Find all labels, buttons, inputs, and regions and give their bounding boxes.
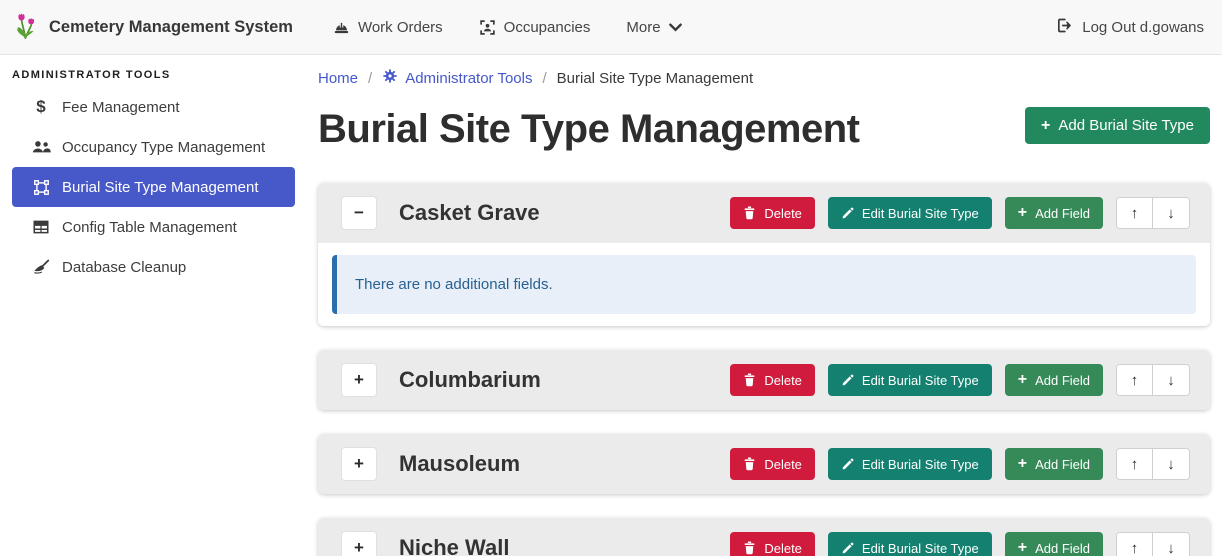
card-title: Casket Grave: [399, 200, 540, 226]
plus-icon: +: [1018, 456, 1027, 472]
pencil-icon: [841, 374, 854, 387]
breadcrumb-home-link[interactable]: Home: [318, 70, 358, 87]
burial-site-type-card: + Mausoleum Delete Edit Burial Site Type…: [318, 434, 1210, 494]
expand-toggle-button[interactable]: +: [341, 363, 377, 397]
trash-icon: [743, 541, 756, 555]
burial-site-type-card: + Niche Wall Delete Edit Burial Site Typ…: [318, 518, 1210, 556]
add-field-button[interactable]: + Add Field: [1005, 197, 1103, 229]
delete-button[interactable]: Delete: [730, 197, 815, 229]
sidebar-item-fee-management[interactable]: $ Fee Management: [12, 87, 295, 127]
delete-button[interactable]: Delete: [730, 532, 815, 556]
card-header: + Columbarium Delete Edit Burial Site Ty…: [318, 350, 1210, 410]
logout-button[interactable]: Log Out d.gowans: [1056, 17, 1208, 38]
add-burial-site-type-button[interactable]: + Add Burial Site Type: [1025, 107, 1210, 144]
edit-burial-site-type-button[interactable]: Edit Burial Site Type: [828, 448, 992, 480]
pencil-icon: [841, 458, 854, 471]
reorder-button-group: ↑ ↓: [1116, 197, 1190, 229]
edit-burial-site-type-button[interactable]: Edit Burial Site Type: [828, 532, 992, 556]
trash-icon: [743, 373, 756, 387]
sidebar-section-title: ADMINISTRATOR TOOLS: [0, 61, 300, 87]
table-icon: [30, 219, 52, 235]
sidebar: ADMINISTRATOR TOOLS $ Fee Management Occ…: [0, 55, 300, 556]
brand[interactable]: Cemetery Management System: [14, 11, 293, 44]
sidebar-item-config-table-management[interactable]: Config Table Management: [12, 207, 295, 247]
edit-burial-site-type-button[interactable]: Edit Burial Site Type: [828, 197, 992, 229]
move-up-button[interactable]: ↑: [1117, 198, 1153, 228]
trash-icon: [743, 457, 756, 471]
nav-item-occupancies[interactable]: Occupancies: [465, 11, 605, 44]
sidebar-item-occupancy-type-management[interactable]: Occupancy Type Management: [12, 127, 295, 167]
sidebar-item-burial-site-type-management[interactable]: Burial Site Type Management: [12, 167, 295, 207]
reorder-button-group: ↑ ↓: [1116, 364, 1190, 396]
add-field-button[interactable]: + Add Field: [1005, 532, 1103, 556]
plus-icon: +: [1018, 540, 1027, 556]
card-header: + Niche Wall Delete Edit Burial Site Typ…: [318, 518, 1210, 556]
trash-icon: [743, 206, 756, 220]
card-header: − Casket Grave Delete Edit Burial Site T…: [318, 183, 1210, 243]
move-up-button[interactable]: ↑: [1117, 365, 1153, 395]
plus-icon: +: [1018, 372, 1027, 388]
add-field-button[interactable]: + Add Field: [1005, 364, 1103, 396]
collapse-toggle-button[interactable]: −: [341, 196, 377, 230]
tulips-logo-icon: [14, 11, 40, 44]
breadcrumb: Home /: [318, 67, 1210, 89]
app-title: Cemetery Management System: [49, 18, 293, 37]
burial-site-type-card: + Columbarium Delete Edit Burial Site Ty…: [318, 350, 1210, 410]
pencil-icon: [841, 207, 854, 220]
edit-burial-site-type-button[interactable]: Edit Burial Site Type: [828, 364, 992, 396]
sign-out-icon: [1056, 17, 1073, 38]
broom-icon: [30, 259, 52, 275]
occupancy-frame-icon: [479, 19, 496, 36]
add-field-button[interactable]: + Add Field: [1005, 448, 1103, 480]
no-additional-fields-alert: There are no additional fields.: [332, 255, 1196, 314]
main-content: Home /: [300, 55, 1222, 556]
delete-button[interactable]: Delete: [730, 364, 815, 396]
pencil-icon: [841, 542, 854, 555]
expand-toggle-button[interactable]: +: [341, 531, 377, 556]
move-down-button[interactable]: ↓: [1153, 533, 1189, 556]
nav-item-work-orders[interactable]: Work Orders: [319, 11, 457, 44]
breadcrumb-admin-tools-link[interactable]: Administrator Tools: [382, 68, 532, 88]
card-title: Niche Wall: [399, 535, 509, 556]
reorder-button-group: ↑ ↓: [1116, 448, 1190, 480]
move-up-button[interactable]: ↑: [1117, 449, 1153, 479]
move-down-button[interactable]: ↓: [1153, 365, 1189, 395]
vector-square-icon: [30, 179, 52, 196]
plus-icon: +: [1018, 205, 1027, 221]
nav-item-more[interactable]: More: [612, 11, 695, 44]
card-body: There are no additional fields.: [318, 243, 1210, 326]
move-down-button[interactable]: ↓: [1153, 198, 1189, 228]
nav-links: Work Orders Occupancies More: [319, 11, 696, 44]
card-header: + Mausoleum Delete Edit Burial Site Type…: [318, 434, 1210, 494]
gear-icon: [382, 68, 398, 88]
top-navbar: Cemetery Management System Work Orders O…: [0, 0, 1222, 55]
move-down-button[interactable]: ↓: [1153, 449, 1189, 479]
plus-icon: +: [1041, 118, 1050, 134]
burial-site-type-card: − Casket Grave Delete Edit Burial Site T…: [318, 183, 1210, 326]
dollar-icon: $: [30, 97, 52, 117]
expand-toggle-button[interactable]: +: [341, 447, 377, 481]
card-title: Mausoleum: [399, 451, 520, 477]
card-title: Columbarium: [399, 367, 541, 393]
breadcrumb-current: Burial Site Type Management: [557, 70, 754, 87]
users-icon: [30, 139, 52, 155]
move-up-button[interactable]: ↑: [1117, 533, 1153, 556]
chevron-down-icon: [669, 23, 682, 32]
reorder-button-group: ↑ ↓: [1116, 532, 1190, 556]
sidebar-item-database-cleanup[interactable]: Database Cleanup: [12, 247, 295, 287]
hard-hat-icon: [333, 19, 350, 36]
page-title: Burial Site Type Management: [318, 101, 859, 157]
delete-button[interactable]: Delete: [730, 448, 815, 480]
